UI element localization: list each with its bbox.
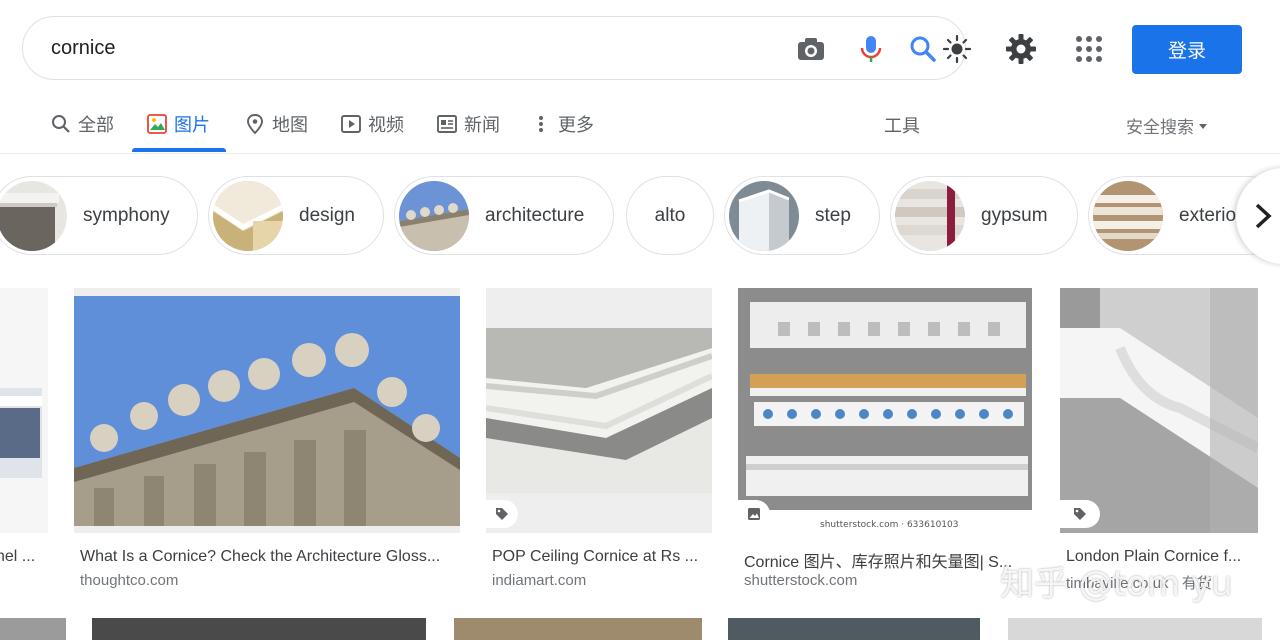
apps-grid-icon[interactable] bbox=[1074, 34, 1104, 64]
tab-more[interactable]: 更多 bbox=[530, 110, 594, 138]
tab-all[interactable]: 全部 bbox=[50, 110, 114, 138]
result-title: POP Ceiling Cornice at Rs ... bbox=[492, 548, 699, 565]
chip-label: symphony bbox=[83, 204, 170, 226]
chip-label: exterio bbox=[1179, 204, 1237, 226]
search-icon[interactable] bbox=[907, 33, 939, 65]
safe-search-dropdown[interactable]: 安全搜索 bbox=[1126, 113, 1209, 138]
caret-down-icon bbox=[1199, 123, 1207, 129]
image-type-icon bbox=[738, 500, 770, 528]
result-title: nel ... bbox=[0, 548, 36, 565]
safe-search-label: 安全搜索 bbox=[1126, 118, 1194, 138]
login-button[interactable]: 登录 bbox=[1132, 25, 1242, 74]
result-image bbox=[738, 288, 1032, 533]
camera-icon[interactable] bbox=[795, 33, 827, 65]
tab-label: 地图 bbox=[272, 115, 308, 136]
chip-gypsum[interactable]: gypsum bbox=[890, 176, 1078, 255]
news-icon bbox=[437, 115, 457, 133]
chip-thumbnail bbox=[729, 180, 799, 251]
result-image[interactable] bbox=[0, 618, 66, 640]
video-icon bbox=[341, 115, 361, 133]
result-image[interactable] bbox=[728, 618, 980, 640]
more-vert-icon bbox=[539, 116, 543, 132]
tab-label: 更多 bbox=[558, 115, 594, 136]
chip-label: alto bbox=[654, 204, 686, 226]
chip-label: architecture bbox=[485, 204, 585, 226]
result-source: indiamart.com bbox=[492, 572, 587, 589]
chip-thumbnail bbox=[0, 180, 67, 251]
result-source: shutterstock.com bbox=[744, 572, 858, 589]
chip-step[interactable]: step bbox=[724, 176, 880, 255]
shopping-tag-icon bbox=[486, 500, 518, 528]
tab-label: 图片 bbox=[174, 115, 210, 136]
settings-gear-icon[interactable] bbox=[1004, 32, 1038, 66]
chip-design[interactable]: design bbox=[208, 176, 384, 255]
tab-maps[interactable]: 地图 bbox=[244, 110, 308, 138]
result-image[interactable] bbox=[454, 618, 702, 640]
chevron-right-icon bbox=[1255, 203, 1272, 229]
chip-thumbnail bbox=[895, 180, 965, 251]
result-image bbox=[1060, 288, 1258, 533]
tools-button[interactable]: 工具 bbox=[884, 112, 920, 138]
chip-thumbnail bbox=[399, 180, 469, 251]
search-box[interactable]: cornice bbox=[22, 16, 966, 80]
result-title: Cornice 图片、库存照片和矢量图| S... bbox=[744, 554, 1013, 571]
microphone-icon[interactable] bbox=[855, 33, 887, 65]
result-source: thoughtco.com bbox=[80, 572, 179, 589]
chip-thumbnail bbox=[1093, 180, 1163, 251]
search-icon bbox=[52, 115, 70, 133]
result-image bbox=[74, 288, 460, 533]
image-icon bbox=[147, 114, 167, 134]
tab-label: 全部 bbox=[78, 115, 114, 136]
map-pin-icon bbox=[247, 114, 263, 135]
active-tab-indicator bbox=[132, 148, 226, 152]
result-title: What Is a Cornice? Check the Architectur… bbox=[80, 548, 441, 565]
tab-news[interactable]: 新闻 bbox=[436, 110, 500, 138]
chip-symphony[interactable]: symphony bbox=[0, 176, 198, 255]
watermark-text: 知乎 @tom yu bbox=[1000, 564, 1233, 604]
shopping-tag-icon bbox=[1060, 500, 1100, 528]
tab-label: 视频 bbox=[368, 115, 404, 136]
result-image[interactable] bbox=[1008, 618, 1262, 640]
chip-alto[interactable]: alto bbox=[626, 176, 714, 255]
result-image bbox=[0, 288, 48, 533]
result-image bbox=[486, 288, 712, 533]
search-input[interactable]: cornice bbox=[51, 37, 115, 60]
chip-thumbnail bbox=[213, 180, 283, 251]
image-watermark-caption: shutterstock.com · 633610103 bbox=[820, 520, 959, 530]
tab-videos[interactable]: 视频 bbox=[340, 110, 404, 138]
theme-toggle-icon[interactable] bbox=[942, 34, 972, 64]
search-tabs: 全部 图片 地图 视频 新闻 更多 工具 安全搜索 bbox=[0, 100, 1280, 154]
result-image[interactable] bbox=[92, 618, 426, 640]
tab-label: 新闻 bbox=[464, 115, 500, 136]
chip-label: design bbox=[299, 204, 355, 226]
tab-images[interactable]: 图片 bbox=[146, 110, 210, 138]
chip-architecture[interactable]: architecture bbox=[394, 176, 614, 255]
chip-label: step bbox=[815, 204, 851, 226]
chip-label: gypsum bbox=[981, 204, 1048, 226]
